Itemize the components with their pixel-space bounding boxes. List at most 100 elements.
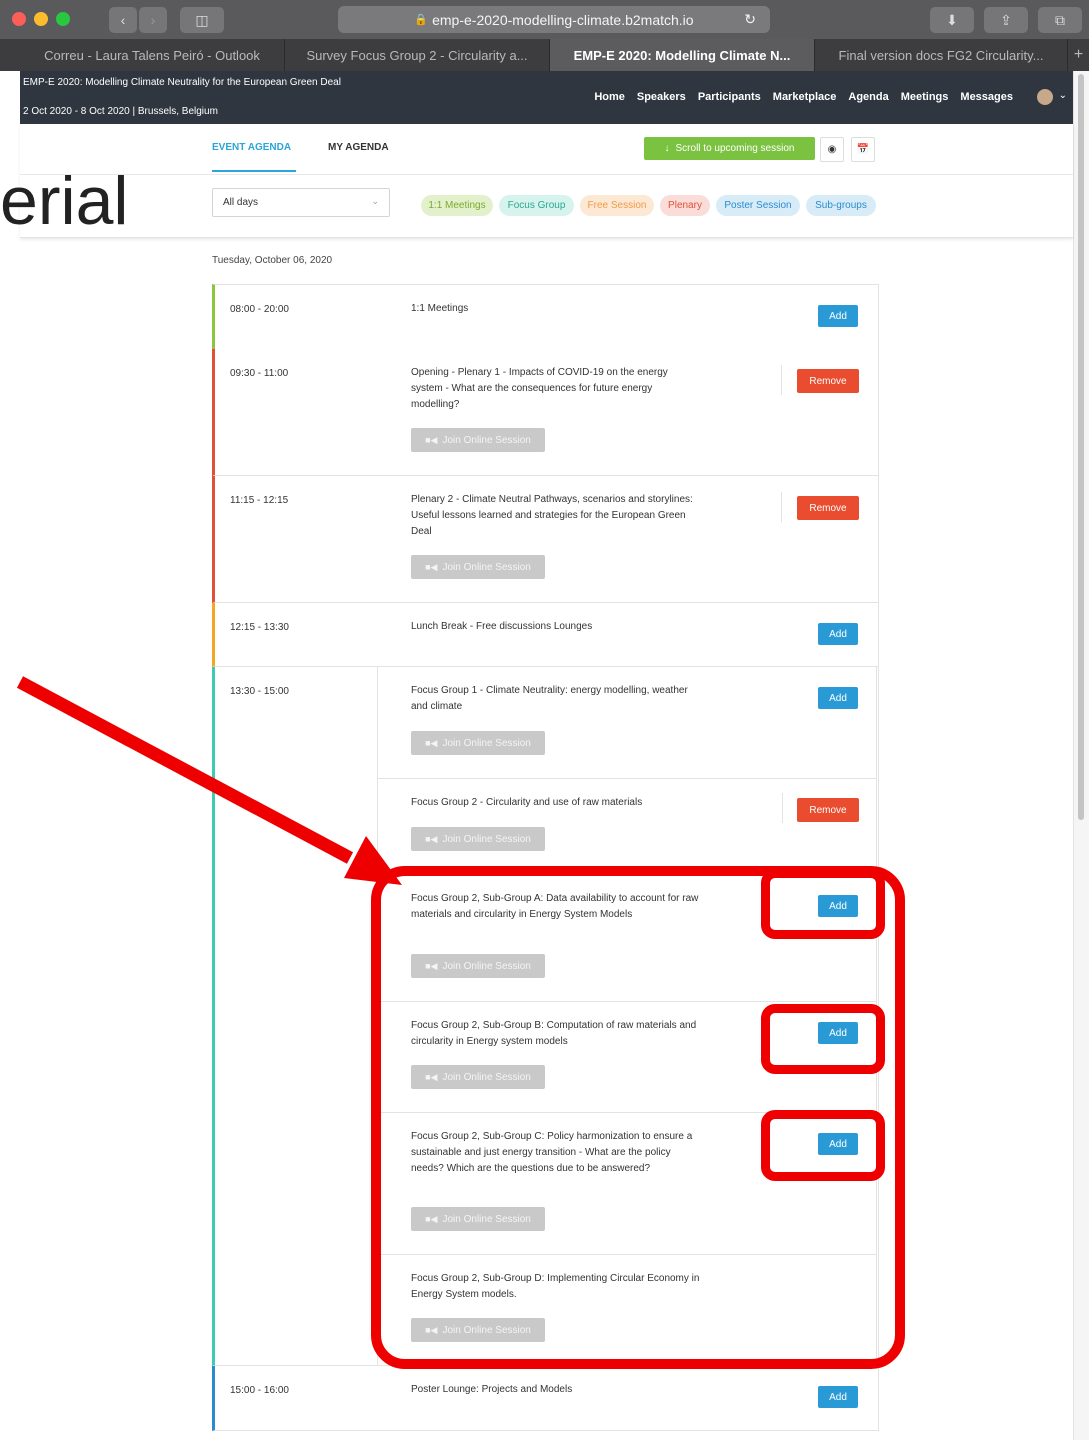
tab-my-agenda[interactable]: MY AGENDA — [328, 142, 389, 153]
session-title[interactable]: Focus Group 2 - Circularity and use of r… — [411, 795, 701, 811]
join-online-session-button[interactable]: ■◀ Join Online Session — [411, 428, 545, 452]
tabs-overview-button[interactable]: ⧉ — [1038, 7, 1082, 33]
remove-button[interactable]: Remove — [797, 496, 859, 520]
annotation-highlight-add-b — [761, 1004, 885, 1074]
main-nav: Home Speakers Participants Marketplace A… — [594, 91, 1013, 103]
active-tab-indicator — [212, 170, 296, 172]
arrow-down-icon: ↓ — [664, 143, 670, 154]
nav-participants[interactable]: Participants — [698, 91, 761, 103]
timezone-button[interactable]: ◉ — [820, 137, 844, 162]
divider — [781, 365, 782, 395]
join-online-session-button[interactable]: ■◀ Join Online Session — [411, 731, 545, 755]
remove-button[interactable]: Remove — [797, 798, 859, 822]
day-heading: Tuesday, October 06, 2020 — [212, 255, 333, 266]
add-button[interactable]: Add — [818, 687, 858, 709]
filter-pill-poster-session[interactable]: Poster Session — [716, 195, 800, 216]
nav-marketplace[interactable]: Marketplace — [773, 91, 837, 103]
join-button-label: Join Online Session — [442, 737, 531, 749]
agenda-row: 11:15 - 12:15 Plenary 2 - Climate Neutra… — [212, 476, 879, 603]
downloads-button[interactable]: ⬇ — [930, 7, 974, 33]
url-text: emp-e-2020-modelling-climate.b2match.io — [432, 11, 694, 28]
add-button[interactable]: Add — [818, 305, 858, 327]
agenda-row: 08:00 - 20:00 1:1 Meetings Add — [212, 284, 879, 350]
nav-meetings[interactable]: Meetings — [901, 91, 949, 103]
remove-button[interactable]: Remove — [797, 369, 859, 393]
avatar[interactable] — [1037, 89, 1053, 105]
session-time: 12:15 - 13:30 — [230, 622, 289, 633]
agenda-row: 15:00 - 16:00 Poster Lounge: Projects an… — [212, 1366, 879, 1431]
sidebar-toggle-button[interactable]: ◫ — [180, 7, 224, 33]
calendar-export-button[interactable]: 📅 — [851, 137, 875, 162]
forward-button[interactable]: › — [139, 7, 167, 33]
browser-tab-emp-e[interactable]: EMP-E 2020: Modelling Climate N... — [550, 39, 815, 71]
browser-titlebar: ‹ › ◫ 🔒 emp-e-2020-modelling-climate.b2m… — [0, 0, 1089, 39]
session-time: 09:30 - 11:00 — [230, 368, 289, 379]
divider — [782, 793, 783, 823]
tab-event-agenda[interactable]: EVENT AGENDA — [212, 142, 291, 153]
add-button[interactable]: Add — [818, 1386, 858, 1408]
agenda-filter-bar — [20, 124, 1073, 238]
video-camera-icon: ■◀ — [425, 561, 438, 572]
annotation-highlight-add-a — [761, 869, 885, 939]
close-window-icon[interactable] — [12, 12, 26, 26]
join-online-session-button[interactable]: ■◀ Join Online Session — [411, 555, 545, 579]
filter-pill-meetings[interactable]: 1:1 Meetings — [421, 195, 493, 216]
session-item: Focus Group 2 - Circularity and use of r… — [377, 779, 877, 875]
minimize-window-icon[interactable] — [34, 12, 48, 26]
annotation-highlight-add-c — [761, 1110, 885, 1181]
nav-messages[interactable]: Messages — [960, 91, 1013, 103]
chevron-down-icon: ⌄ — [371, 196, 379, 206]
nav-speakers[interactable]: Speakers — [637, 91, 686, 103]
address-bar[interactable]: 🔒 emp-e-2020-modelling-climate.b2match.i… — [338, 6, 770, 33]
session-time: 15:00 - 16:00 — [230, 1385, 289, 1396]
agenda-row: 09:30 - 11:00 Opening - Plenary 1 - Impa… — [212, 349, 879, 476]
browser-tab-final-docs[interactable]: Final version docs FG2 Circularity... — [815, 39, 1068, 71]
site-header: EMP-E 2020: Modelling Climate Neutrality… — [20, 71, 1073, 124]
scrollbar-thumb[interactable] — [1078, 74, 1084, 820]
session-item: Focus Group 1 - Climate Neutrality: ener… — [377, 667, 877, 779]
add-button[interactable]: Add — [818, 623, 858, 645]
nav-home[interactable]: Home — [594, 91, 625, 103]
session-title[interactable]: Opening - Plenary 1 - Impacts of COVID-1… — [411, 365, 701, 413]
divider — [781, 492, 782, 522]
video-camera-icon: ■◀ — [425, 737, 438, 748]
join-button-label: Join Online Session — [442, 833, 531, 845]
session-title[interactable]: Lunch Break - Free discussions Lounges — [411, 619, 701, 635]
join-online-session-button[interactable]: ■◀ Join Online Session — [411, 827, 545, 851]
filter-pill-plenary[interactable]: Plenary — [660, 195, 710, 216]
session-title[interactable]: Plenary 2 - Climate Neutral Pathways, sc… — [411, 492, 701, 540]
browser-tab-survey[interactable]: Survey Focus Group 2 - Circularity a... — [285, 39, 550, 71]
filter-pill-focus-group[interactable]: Focus Group — [499, 195, 574, 216]
lock-icon: 🔒 — [414, 14, 429, 26]
zoom-window-icon[interactable] — [56, 12, 70, 26]
nav-agenda[interactable]: Agenda — [848, 91, 888, 103]
browser-tab-strip: Correu - Laura Talens Peiró - Outlook Su… — [0, 39, 1089, 71]
clock-icon: ◉ — [827, 144, 837, 155]
session-time: 13:30 - 15:00 — [230, 686, 289, 697]
video-camera-icon: ■◀ — [425, 833, 438, 844]
day-select[interactable]: All days ⌄ — [212, 188, 390, 217]
slide-overlay-text: erial — [0, 163, 129, 239]
join-button-label: Join Online Session — [442, 561, 531, 573]
filter-pill-free-session[interactable]: Free Session — [580, 195, 654, 216]
session-title[interactable]: Focus Group 1 - Climate Neutrality: ener… — [411, 683, 701, 715]
join-button-label: Join Online Session — [442, 434, 531, 446]
chevron-down-icon[interactable]: ⌄ — [1059, 90, 1067, 101]
browser-tab-outlook[interactable]: Correu - Laura Talens Peiró - Outlook — [20, 39, 285, 71]
event-dates: 2 Oct 2020 - 8 Oct 2020 | Brussels, Belg… — [23, 106, 218, 117]
session-title[interactable]: 1:1 Meetings — [411, 301, 701, 317]
calendar-icon: 📅 — [856, 144, 870, 155]
back-button[interactable]: ‹ — [109, 7, 137, 33]
session-title[interactable]: Poster Lounge: Projects and Models — [411, 1382, 701, 1398]
share-button[interactable]: ⇪ — [984, 7, 1028, 33]
day-select-value: All days — [223, 197, 259, 208]
filter-pill-sub-groups[interactable]: Sub-groups — [806, 195, 876, 216]
video-camera-icon: ■◀ — [425, 434, 438, 445]
scroll-to-upcoming-button[interactable]: ↓ Scroll to upcoming session — [644, 137, 815, 160]
event-title[interactable]: EMP-E 2020: Modelling Climate Neutrality… — [23, 77, 383, 88]
session-time: 11:15 - 12:15 — [230, 495, 289, 506]
scroll-button-label: Scroll to upcoming session — [675, 143, 795, 154]
session-time: 08:00 - 20:00 — [230, 304, 289, 315]
reload-icon[interactable]: ↻ — [744, 11, 756, 28]
new-tab-button[interactable]: + — [1068, 39, 1089, 71]
